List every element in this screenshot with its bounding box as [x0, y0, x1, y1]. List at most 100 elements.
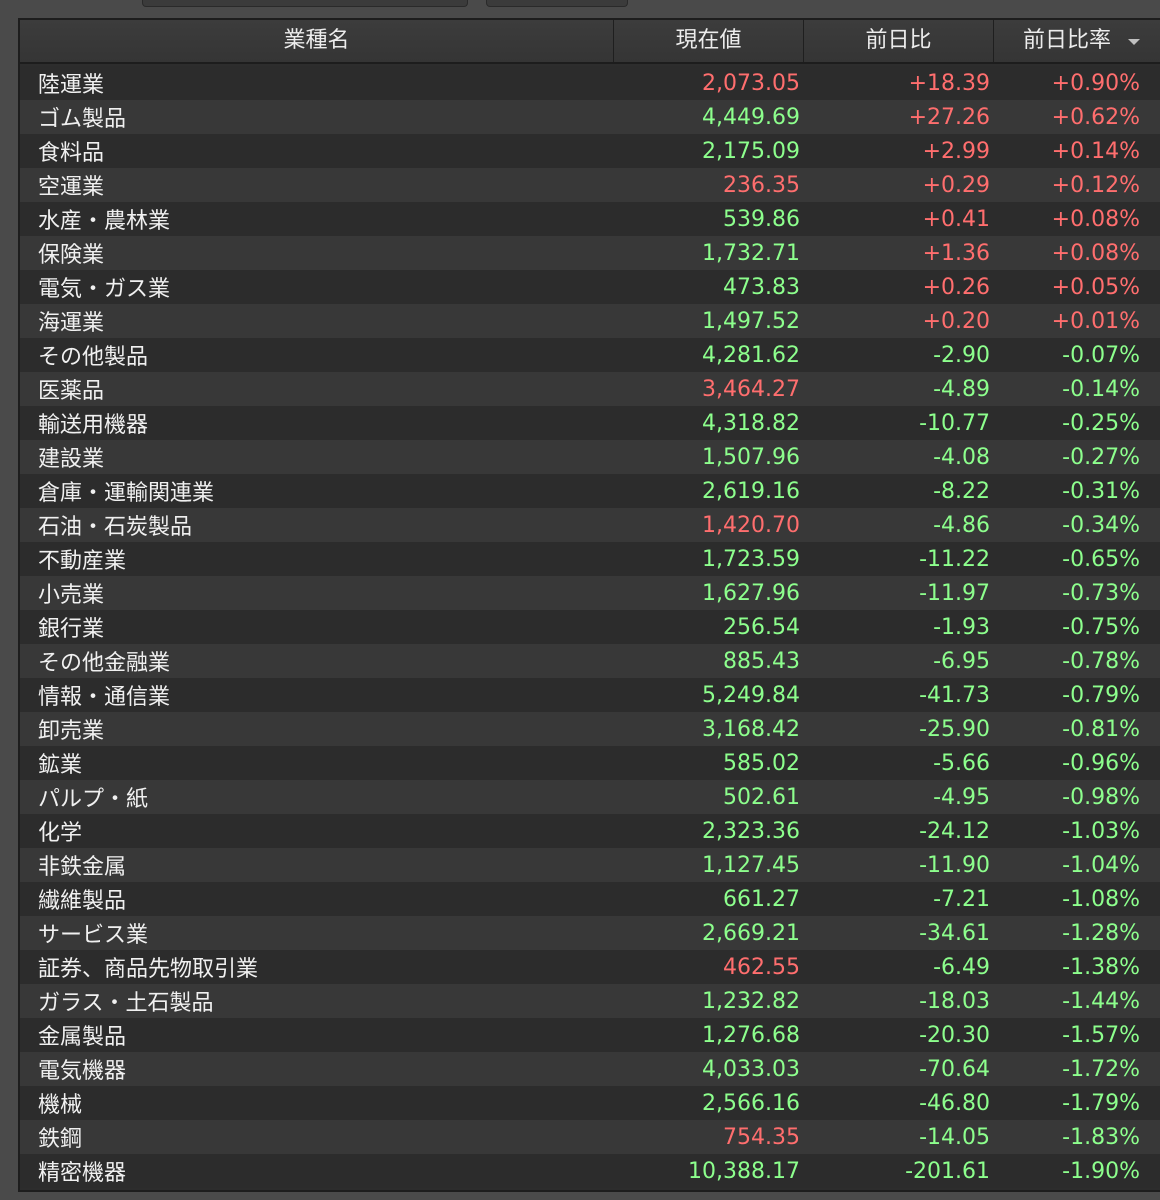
table-row[interactable]: 空運業 236.35 +0.29 +0.12% — [20, 168, 1160, 202]
table-row[interactable]: 電気・ガス業 473.83 +0.26 +0.05% — [20, 270, 1160, 304]
price-change: -70.64 — [919, 1056, 990, 1082]
table-row[interactable]: 水産・農林業 539.86 +0.41 +0.08% — [20, 202, 1160, 236]
price-change: -11.22 — [919, 546, 990, 572]
price-change-pct: -1.83% — [1062, 1124, 1140, 1150]
sector-name: サービス業 — [38, 923, 149, 948]
price-change: +27.26 — [908, 104, 990, 130]
column-header-name[interactable]: 業種名 — [20, 20, 614, 62]
price-change-pct: +0.01% — [1051, 308, 1140, 334]
price-change: -7.21 — [933, 886, 990, 912]
price-change-pct: -0.96% — [1062, 750, 1140, 776]
table-row[interactable]: パルプ・紙 502.61 -4.95 -0.98% — [20, 780, 1160, 814]
sort-descending-icon[interactable] — [1128, 39, 1140, 45]
table-row[interactable]: 証券、商品先物取引業 462.55 -6.49 -1.38% — [20, 950, 1160, 984]
price-change-pct: -1.04% — [1062, 852, 1140, 878]
sector-name: 海運業 — [38, 311, 105, 336]
table-row[interactable]: 非鉄金属 1,127.45 -11.90 -1.04% — [20, 848, 1160, 882]
price-change: -4.95 — [933, 784, 990, 810]
price-change-pct: +0.90% — [1051, 70, 1140, 96]
price-change-pct: -1.08% — [1062, 886, 1140, 912]
table-row[interactable]: 陸運業 2,073.05 +18.39 +0.90% — [20, 66, 1160, 100]
price-change-pct: -1.44% — [1062, 988, 1140, 1014]
toolbar-strip — [0, 0, 1160, 18]
table-row[interactable]: 鉱業 585.02 -5.66 -0.96% — [20, 746, 1160, 780]
current-price: 5,249.84 — [702, 682, 800, 708]
price-change: -5.66 — [933, 750, 990, 776]
current-price: 661.27 — [723, 886, 800, 912]
toolbar-tab-left[interactable] — [142, 0, 468, 7]
price-change-pct: -1.28% — [1062, 920, 1140, 946]
sector-name: 情報・通信業 — [38, 685, 171, 710]
table-body: 陸運業 2,073.05 +18.39 +0.90% ゴム製品 4,449.69 +27.2… — [20, 66, 1160, 1188]
table-row[interactable]: 繊維製品 661.27 -7.21 -1.08% — [20, 882, 1160, 916]
table-row[interactable]: 金属製品 1,276.68 -20.30 -1.57% — [20, 1018, 1160, 1052]
table-row[interactable]: 輸送用機器 4,318.82 -10.77 -0.25% — [20, 406, 1160, 440]
column-header-change[interactable]: 前日比 — [804, 20, 994, 62]
sector-name: 証券、商品先物取引業 — [38, 957, 259, 982]
current-price: 1,127.45 — [702, 852, 800, 878]
table-row[interactable]: 鉄鋼 754.35 -14.05 -1.83% — [20, 1120, 1160, 1154]
table-row[interactable]: 化学 2,323.36 -24.12 -1.03% — [20, 814, 1160, 848]
current-price: 502.61 — [723, 784, 800, 810]
table-row[interactable]: 精密機器 10,388.17 -201.61 -1.90% — [20, 1154, 1160, 1188]
table-row[interactable]: 建設業 1,507.96 -4.08 -0.27% — [20, 440, 1160, 474]
price-change-pct: +0.05% — [1051, 274, 1140, 300]
price-change-pct: +0.08% — [1051, 240, 1140, 266]
sector-name: その他製品 — [38, 345, 149, 370]
sector-name: 輸送用機器 — [38, 413, 149, 438]
price-change-pct: -1.90% — [1062, 1158, 1140, 1184]
price-change: -6.95 — [933, 648, 990, 674]
price-change: -24.12 — [919, 818, 990, 844]
price-change-pct: -1.03% — [1062, 818, 1140, 844]
table-row[interactable]: 銀行業 256.54 -1.93 -0.75% — [20, 610, 1160, 644]
table-row[interactable]: ゴム製品 4,449.69 +27.26 +0.62% — [20, 100, 1160, 134]
sector-name: 小売業 — [38, 583, 105, 608]
column-header-price[interactable]: 現在値 — [614, 20, 804, 62]
sector-name: 卸売業 — [38, 719, 105, 744]
price-change-pct: -0.25% — [1062, 410, 1140, 436]
current-price: 1,420.70 — [702, 512, 800, 538]
table-row[interactable]: 機械 2,566.16 -46.80 -1.79% — [20, 1086, 1160, 1120]
current-price: 2,619.16 — [702, 478, 800, 504]
price-change-pct: -0.31% — [1062, 478, 1140, 504]
sector-name: 精密機器 — [38, 1161, 127, 1186]
table-row[interactable]: 卸売業 3,168.42 -25.90 -0.81% — [20, 712, 1160, 746]
price-change-pct: -0.75% — [1062, 614, 1140, 640]
price-change: -20.30 — [919, 1022, 990, 1048]
sector-name: 石油・石炭製品 — [38, 515, 193, 540]
price-change: -2.90 — [933, 342, 990, 368]
table-row[interactable]: 医薬品 3,464.27 -4.89 -0.14% — [20, 372, 1160, 406]
price-change: -201.61 — [905, 1158, 990, 1184]
price-change: -18.03 — [919, 988, 990, 1014]
price-change-pct: +0.14% — [1051, 138, 1140, 164]
table-row[interactable]: ガラス・土石製品 1,232.82 -18.03 -1.44% — [20, 984, 1160, 1018]
toolbar-tab-right[interactable] — [486, 0, 628, 7]
table-row[interactable]: 倉庫・運輸関連業 2,619.16 -8.22 -0.31% — [20, 474, 1160, 508]
current-price: 4,318.82 — [702, 410, 800, 436]
table-row[interactable]: その他金融業 885.43 -6.95 -0.78% — [20, 644, 1160, 678]
current-price: 2,073.05 — [702, 70, 800, 96]
price-change-pct: +0.12% — [1051, 172, 1140, 198]
price-change: -25.90 — [919, 716, 990, 742]
price-change: -8.22 — [933, 478, 990, 504]
sector-name: 電気・ガス業 — [38, 277, 171, 302]
table-row[interactable]: 小売業 1,627.96 -11.97 -0.73% — [20, 576, 1160, 610]
price-change-pct: -0.73% — [1062, 580, 1140, 606]
table-row[interactable]: 食料品 2,175.09 +2.99 +0.14% — [20, 134, 1160, 168]
table-row[interactable]: その他製品 4,281.62 -2.90 -0.07% — [20, 338, 1160, 372]
table-row[interactable]: サービス業 2,669.21 -34.61 -1.28% — [20, 916, 1160, 950]
price-change-pct: -1.79% — [1062, 1090, 1140, 1116]
current-price: 2,323.36 — [702, 818, 800, 844]
table-row[interactable]: 電気機器 4,033.03 -70.64 -1.72% — [20, 1052, 1160, 1086]
price-change-pct: +0.62% — [1051, 104, 1140, 130]
table-row[interactable]: 海運業 1,497.52 +0.20 +0.01% — [20, 304, 1160, 338]
table-row[interactable]: 保険業 1,732.71 +1.36 +0.08% — [20, 236, 1160, 270]
table-row[interactable]: 不動産業 1,723.59 -11.22 -0.65% — [20, 542, 1160, 576]
table-row[interactable]: 情報・通信業 5,249.84 -41.73 -0.79% — [20, 678, 1160, 712]
column-header-change-pct[interactable]: 前日比率 — [994, 20, 1160, 62]
current-price: 256.54 — [723, 614, 800, 640]
current-price: 3,464.27 — [702, 376, 800, 402]
price-change: +0.41 — [922, 206, 990, 232]
table-row[interactable]: 石油・石炭製品 1,420.70 -4.86 -0.34% — [20, 508, 1160, 542]
sector-name: 保険業 — [38, 243, 105, 268]
